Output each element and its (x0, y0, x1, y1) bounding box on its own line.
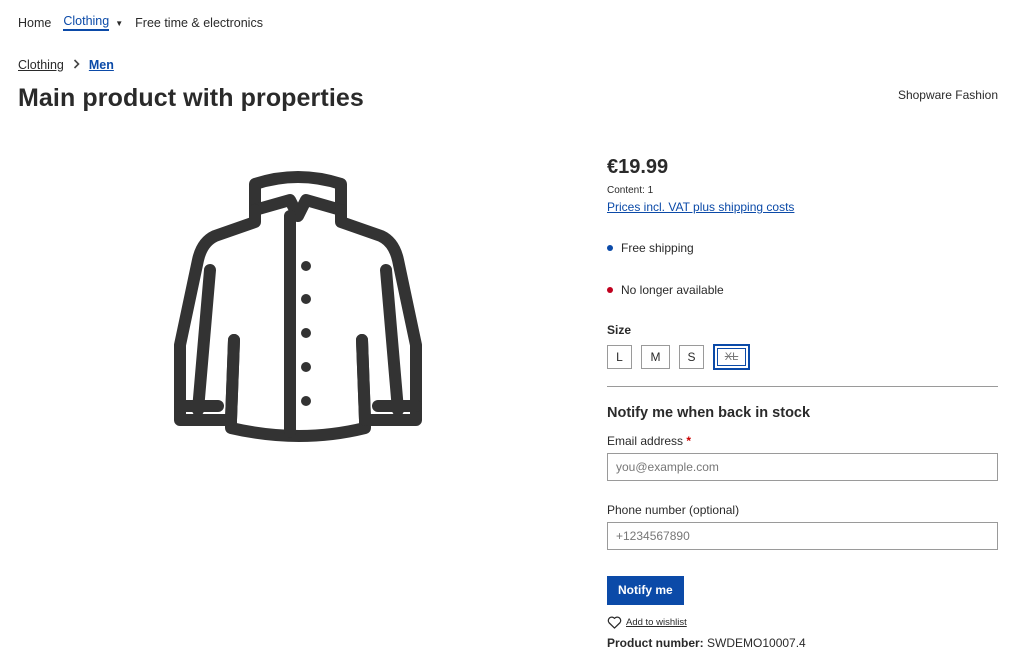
email-label: Email address * (607, 434, 998, 448)
required-marker: * (686, 434, 692, 448)
product-number: Product number: SWDEMO10007.4 (607, 636, 998, 650)
free-shipping-text: Free shipping (621, 241, 694, 255)
breadcrumb-clothing[interactable]: Clothing (18, 58, 64, 72)
product-price: €19.99 (607, 156, 669, 178)
breadcrumb: Clothing Men (18, 58, 114, 72)
email-field[interactable] (607, 453, 998, 481)
manufacturer-name[interactable]: Shopware Fashion (898, 88, 998, 102)
product-number-value: SWDEMO10007.4 (707, 636, 806, 650)
product-image[interactable] (170, 170, 430, 450)
availability-text: No longer available (621, 283, 724, 297)
divider (607, 386, 998, 387)
availability-status: No longer available (607, 283, 998, 297)
main-navigation: Home Clothing ▼ Free time & electronics (18, 14, 275, 31)
email-label-text: Email address (607, 434, 684, 448)
size-option-m[interactable]: M (641, 345, 670, 369)
size-option-l[interactable]: L (607, 345, 632, 369)
shirt-icon (174, 171, 422, 442)
wishlist-label[interactable]: Add to wishlist (626, 617, 687, 628)
breadcrumb-men[interactable]: Men (89, 58, 114, 72)
add-to-wishlist[interactable]: Add to wishlist (607, 616, 998, 629)
product-number-label: Product number: (607, 636, 704, 650)
nav-home[interactable]: Home (18, 16, 51, 30)
phone-field[interactable] (607, 522, 998, 550)
size-label: Size (607, 323, 632, 337)
content-quantity: Content: 1 (607, 185, 654, 196)
vat-shipping-link[interactable]: Prices incl. VAT plus shipping costs (607, 200, 794, 214)
page-title: Main product with properties (18, 84, 364, 112)
phone-label: Phone number (optional) (607, 503, 740, 517)
chevron-right-icon (73, 58, 80, 72)
availability-dot-icon (607, 287, 613, 293)
notify-title: Notify me when back in stock (607, 405, 811, 421)
shipping-dot-icon (607, 245, 613, 251)
shipping-status: Free shipping (607, 241, 998, 255)
buy-box: €19.99 Content: 1 Prices incl. VAT plus … (607, 156, 998, 650)
nav-clothing-dropdown[interactable]: Clothing ▼ (63, 14, 123, 31)
notify-me-button[interactable]: Notify me (607, 576, 684, 605)
size-option-s[interactable]: S (679, 345, 704, 369)
nav-clothing[interactable]: Clothing (63, 14, 110, 31)
heart-icon (607, 616, 622, 629)
nav-free-time-electronics[interactable]: Free time & electronics (135, 16, 263, 30)
size-options: L M S XL (607, 344, 998, 370)
caret-down-icon: ▼ (115, 18, 124, 28)
size-option-xl[interactable]: XL (713, 344, 750, 370)
